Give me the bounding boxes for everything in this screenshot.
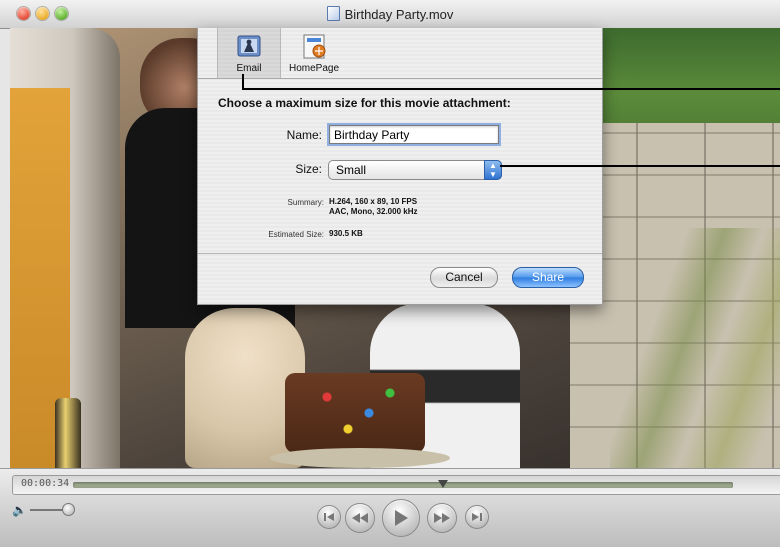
fast-forward-icon xyxy=(434,513,450,523)
fast-forward-button[interactable] xyxy=(427,503,457,533)
go-to-end-icon xyxy=(472,513,482,521)
toolbar-item-email-label: Email xyxy=(236,63,262,74)
movie-name-field[interactable] xyxy=(329,125,499,144)
rewind-button[interactable] xyxy=(345,503,375,533)
sheet-prompt: Choose a maximum size for this movie att… xyxy=(218,96,511,110)
callout-line-size xyxy=(500,165,780,167)
movie-controller: 00:00:34 🔈 xyxy=(0,468,780,547)
size-popup[interactable]: Small ▲ ▼ xyxy=(328,160,502,180)
sheet-divider xyxy=(198,253,602,254)
homepage-icon xyxy=(300,32,328,60)
toolbar-item-homepage[interactable]: HomePage xyxy=(284,28,344,78)
estimated-size-label: Estimated Size: xyxy=(268,230,324,239)
play-button[interactable] xyxy=(382,499,420,537)
play-icon xyxy=(395,510,408,526)
window-title: Birthday Party.mov xyxy=(0,6,780,22)
name-label: Name: xyxy=(286,128,322,142)
toolbar-item-email[interactable]: Email xyxy=(217,28,281,78)
callout-line-email xyxy=(242,88,780,90)
volume-slider-track[interactable] xyxy=(30,509,64,511)
volume-icon: 🔈 xyxy=(12,503,27,517)
summary-label: Summary: xyxy=(287,198,324,207)
rewind-icon xyxy=(352,513,368,523)
volume-slider-knob[interactable] xyxy=(62,503,75,516)
time-bar: 00:00:34 xyxy=(12,475,780,495)
summary-audio-line: AAC, Mono, 32.000 kHz xyxy=(329,207,418,216)
email-icon xyxy=(235,32,263,60)
playhead-handle[interactable] xyxy=(437,480,448,488)
movie-file-icon xyxy=(326,6,340,21)
share-button[interactable]: Share xyxy=(512,267,584,288)
scrubber-track[interactable] xyxy=(73,480,733,488)
go-to-start-button[interactable] xyxy=(317,505,341,529)
size-popup-value: Small xyxy=(336,163,367,177)
toolbar-item-homepage-label: HomePage xyxy=(288,63,340,74)
popup-arrows-icon: ▲ ▼ xyxy=(484,160,502,180)
estimated-size-value: 930.5 KB xyxy=(329,229,363,238)
summary-video-line: H.264, 160 x 89, 10 FPS xyxy=(329,197,418,206)
time-readout: 00:00:34 xyxy=(21,478,70,489)
go-to-end-button[interactable] xyxy=(465,505,489,529)
window-title-text: Birthday Party.mov xyxy=(344,7,454,22)
go-to-start-icon xyxy=(324,513,334,521)
sheet-toolbar: Email HomePage xyxy=(198,28,602,79)
size-label: Size: xyxy=(295,162,322,176)
cancel-button[interactable]: Cancel xyxy=(430,267,498,288)
window-title-bar: Birthday Party.mov xyxy=(0,0,780,29)
